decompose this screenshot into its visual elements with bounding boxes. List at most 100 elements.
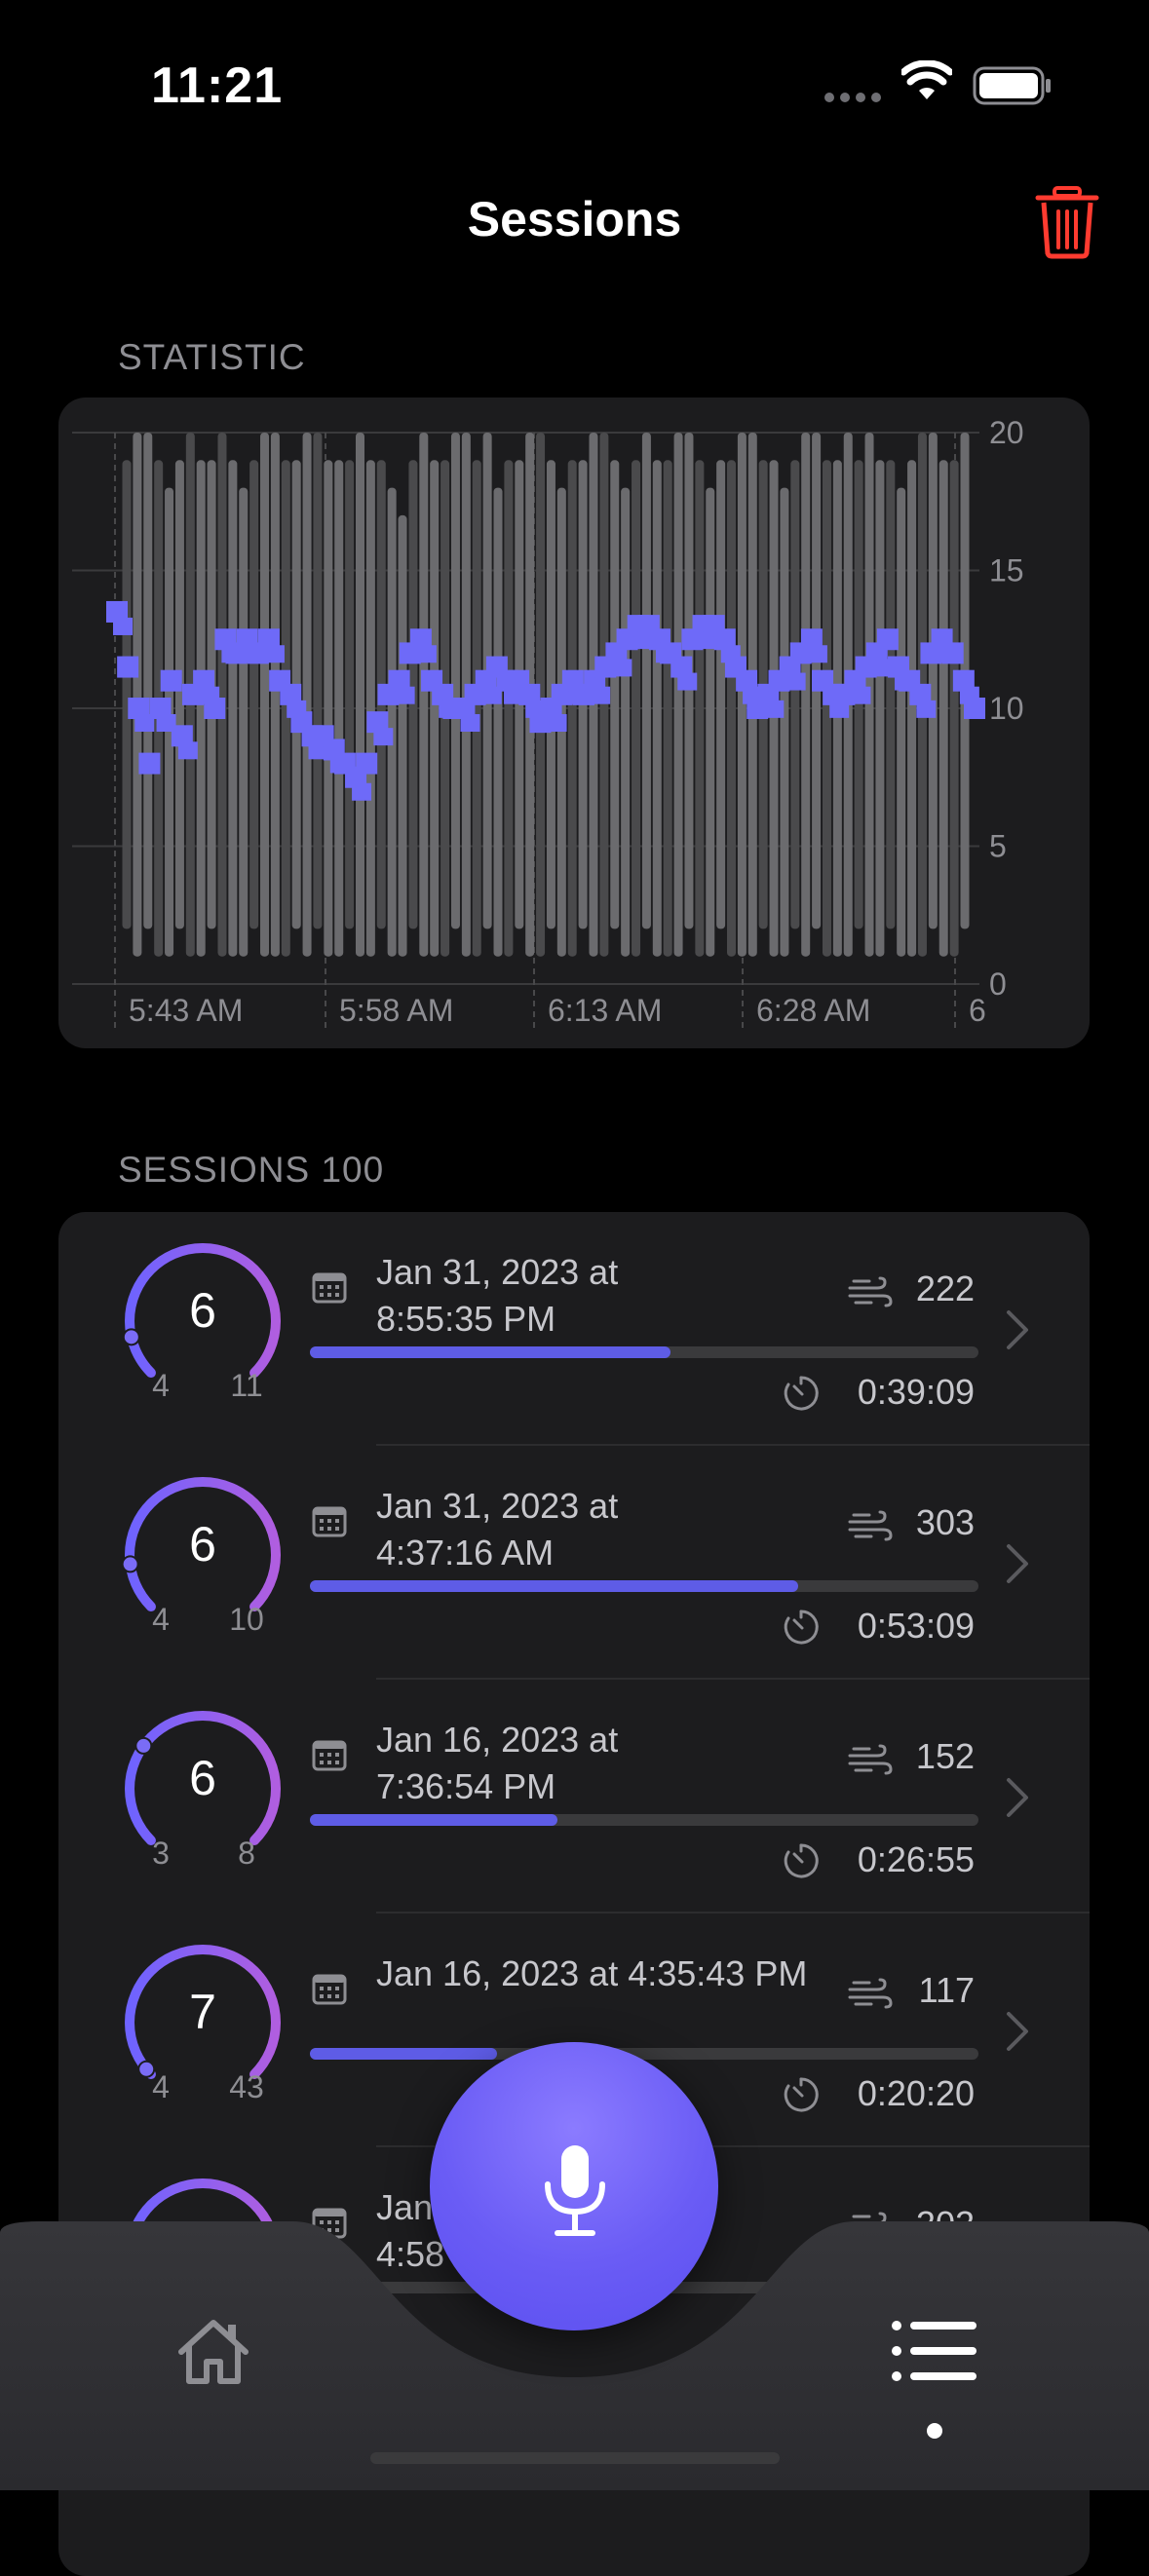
status-time: 11:21 <box>151 57 284 114</box>
session-date: Jan 16, 2023 at 7:36:54 PM <box>376 1720 619 1806</box>
mean-point <box>395 686 415 704</box>
range-bar <box>228 460 238 957</box>
range-bar <box>790 460 800 929</box>
session-date: Jan 16, 2023 at 4:35:43 PM <box>376 1953 808 1993</box>
mean-point <box>591 686 611 704</box>
selected-tab-indicator <box>927 2423 942 2439</box>
session-progress-fill <box>310 2048 498 2060</box>
calendar-icon <box>312 1974 347 2005</box>
gauge-min-value: 4 <box>152 1602 170 1637</box>
range-bar <box>673 433 683 957</box>
session-duration: 0:53:09 <box>857 1606 975 1646</box>
range-bar <box>334 460 344 957</box>
chevron-right-icon <box>1007 2012 1028 2051</box>
breath-count: 303 <box>915 1502 975 1542</box>
range-bar <box>907 460 917 957</box>
range-bar <box>398 514 407 957</box>
mean-point <box>160 669 182 692</box>
mean-point <box>916 700 937 718</box>
range-bar <box>450 433 460 929</box>
session-progress-fill <box>310 1346 671 1358</box>
session-row[interactable]: 6 4 11 Jan 31, 2023 at 8:55:35 PM 222 0:39… <box>58 1212 1090 1446</box>
range-bar <box>345 460 355 929</box>
range-bar <box>875 460 885 957</box>
range-bar <box>610 460 620 929</box>
house-icon[interactable] <box>177 2317 249 2385</box>
mean-point <box>876 628 899 651</box>
gauge-min-value: 4 <box>152 1368 170 1403</box>
range-bar <box>632 460 641 957</box>
session-row[interactable]: 63 8 Jan 16, 2023 at 7:36:54 PM 152 0:26:… <box>58 1680 1090 1913</box>
gauge-min-value: 3 <box>152 1836 170 1871</box>
range-bar <box>355 433 364 957</box>
gauge-min-value: 4 <box>152 2069 170 2104</box>
calendar-icon <box>312 1272 347 1304</box>
timer-icon <box>784 1610 819 1645</box>
range-bar <box>430 460 440 957</box>
session-date: Jan 31, 2023 at 8:55:35 PM <box>376 1252 619 1339</box>
mean-point <box>964 698 985 719</box>
range-bar <box>387 487 397 957</box>
x-tick-label: 5:43 AM <box>129 993 243 1028</box>
range-bar <box>886 460 896 929</box>
range-bar <box>365 460 375 957</box>
list-icon[interactable] <box>891 2319 978 2383</box>
range-bar <box>780 487 789 957</box>
range-bar <box>313 433 323 929</box>
breath-count-icon <box>848 1978 893 2009</box>
range-bar <box>504 460 514 957</box>
session-row[interactable]: 6 4 10 Jan 31, 2023 at 4:37:16 AM 303 0:53… <box>58 1446 1090 1680</box>
x-tick-label: 6:13 AM <box>548 993 662 1028</box>
y-tick-label: 0 <box>989 966 1007 1002</box>
range-bar <box>727 460 737 957</box>
mean-point <box>612 659 632 677</box>
mean-point <box>352 782 372 801</box>
calendar-icon <box>312 1506 347 1537</box>
breath-count: 152 <box>915 1736 975 1776</box>
calendar-icon <box>312 1740 347 1771</box>
range-bar <box>801 433 811 957</box>
x-tick-label: 6:28 AM <box>756 993 870 1028</box>
range-bar <box>663 460 672 957</box>
range-bar <box>716 460 726 929</box>
range-bar <box>621 487 631 957</box>
y-tick-label: 5 <box>989 829 1007 864</box>
breath-count-icon <box>848 1510 893 1541</box>
chevron-right-icon <box>1007 1544 1028 1583</box>
gauge-max-value: 43 <box>229 2069 264 2104</box>
breath-count: 222 <box>915 1269 975 1308</box>
range-bar <box>143 433 153 929</box>
gauge-max-value: 8 <box>238 1836 255 1871</box>
range-bar <box>928 433 938 929</box>
wifi-icon <box>901 60 952 99</box>
range-bar <box>133 433 142 957</box>
mean-point <box>677 672 698 691</box>
trash-icon[interactable] <box>1035 185 1099 259</box>
page-title: Sessions <box>467 192 682 246</box>
mean-point <box>264 645 285 663</box>
range-bar <box>695 460 705 957</box>
gauge-mean-value: 6 <box>189 1517 216 1572</box>
mean-point <box>941 642 964 664</box>
x-tick-label: 5:58 AM <box>339 993 453 1028</box>
timer-icon <box>784 1376 819 1411</box>
range-bar <box>938 460 948 957</box>
range-bar <box>652 460 662 957</box>
mean-point <box>460 714 480 732</box>
mean-point <box>547 714 567 732</box>
sessions-section-label: SESSIONS 100 <box>118 1150 385 1190</box>
gauge-mean-value: 6 <box>189 1751 216 1805</box>
session-progress-bar <box>310 1814 978 1826</box>
mean-point <box>117 656 139 678</box>
microphone-icon <box>545 2145 605 2236</box>
gauge-max-value: 11 <box>230 1368 263 1403</box>
gauge-mean-value: 7 <box>189 1985 216 2039</box>
range-bar <box>419 433 429 957</box>
session-progress-fill <box>310 1814 557 1826</box>
range-bar <box>239 487 249 957</box>
x-tick-label: 6 <box>969 993 986 1028</box>
mean-point <box>373 728 394 746</box>
battery-icon <box>973 66 1051 105</box>
statistic-chart: 20 15 10 5 0 5:43 AM 5:58 AM 6:13 AM 6:28 AM 6 <box>72 415 1024 1031</box>
mean-point <box>416 645 437 663</box>
